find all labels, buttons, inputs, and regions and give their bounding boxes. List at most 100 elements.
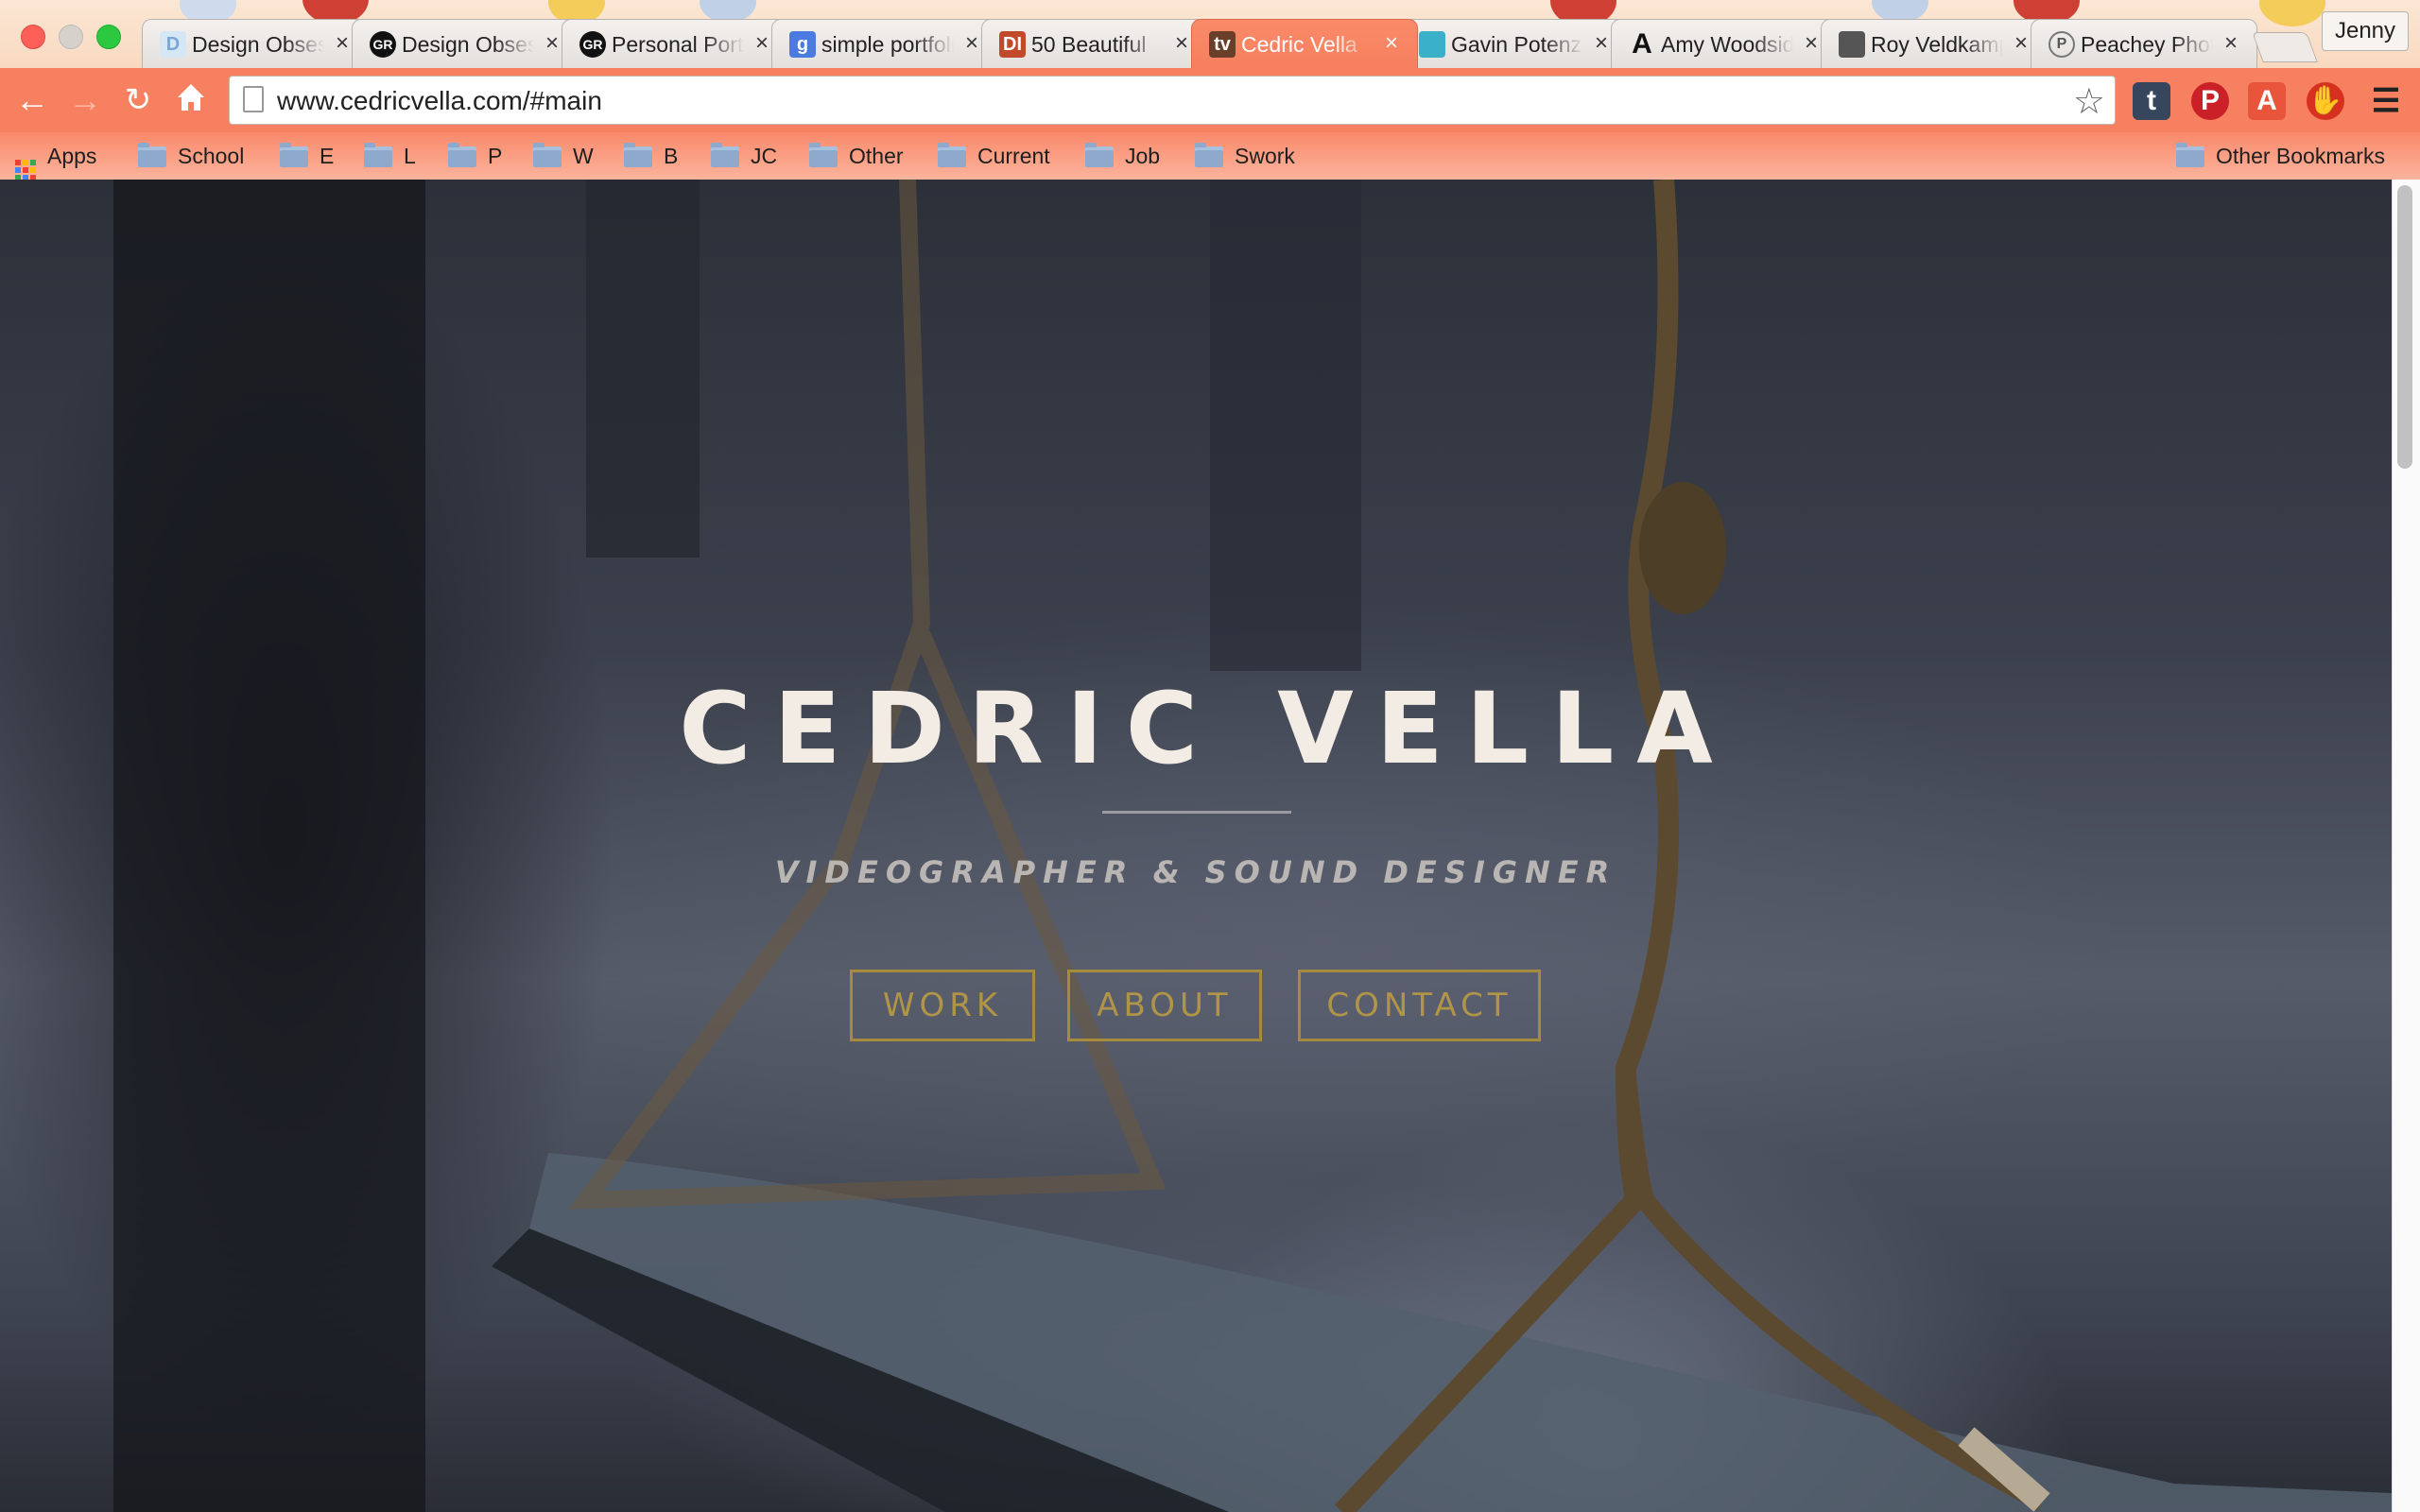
folder-icon (448, 143, 476, 167)
tab-title: Personal Portfolio (612, 32, 744, 57)
bookmark-label: L (404, 144, 416, 168)
page-viewport: CEDRIC VELLA VIDEOGRAPHER & SOUND DESIGN… (0, 180, 2392, 1512)
browser-tab[interactable]: Gavin Potenza × (1401, 19, 1628, 68)
bookmark-label: E (320, 144, 335, 168)
folder-icon (533, 143, 562, 167)
folder-icon (1195, 143, 1223, 167)
tab-close-icon[interactable]: × (1595, 30, 1608, 57)
bookmark-label: B (664, 144, 679, 168)
tab-title: Roy Veldkamp (1871, 32, 2003, 57)
favicon-icon: GR (370, 31, 396, 58)
bookmark-folder[interactable]: L (364, 140, 416, 172)
hero-section: CEDRIC VELLA VIDEOGRAPHER & SOUND DESIGN… (0, 180, 2392, 1512)
tab-close-icon[interactable]: × (1805, 30, 1818, 57)
tab-title: Amy Woodside (1661, 32, 1793, 57)
bookmark-label: Swork (1235, 144, 1295, 168)
folder-icon (809, 143, 838, 167)
browser-tab[interactable]: tv Cedric Vella × (1191, 19, 1418, 68)
tab-title: Gavin Potenza (1451, 32, 1583, 57)
tab-title: Cedric Vella (1241, 32, 1357, 57)
work-button[interactable]: WORK (850, 970, 1035, 1041)
contact-button[interactable]: CONTACT (1298, 970, 1541, 1041)
bookmark-folder[interactable]: Current (938, 140, 1050, 172)
tab-close-icon[interactable]: × (755, 30, 769, 57)
back-icon[interactable]: ← (13, 81, 51, 119)
tab-close-icon[interactable]: × (1175, 30, 1188, 57)
favicon-icon: tv (1209, 31, 1236, 58)
tab-title: Design Obsession (192, 32, 324, 57)
menu-icon[interactable]: ☰ (2367, 82, 2405, 120)
browser-tab[interactable]: DI 50 Beautiful × (981, 19, 1208, 68)
folder-icon (1085, 143, 1114, 167)
folder-icon (364, 143, 392, 167)
site-title: CEDRIC VELLA (679, 671, 1736, 786)
forward-icon[interactable]: → (66, 81, 104, 119)
bookmark-folder[interactable]: JC (711, 140, 777, 172)
favicon-icon (1839, 31, 1865, 58)
scrollbar-thumb[interactable] (2397, 185, 2412, 469)
close-window-button[interactable] (21, 25, 45, 49)
bookmark-label: School (178, 144, 245, 168)
folder-icon (624, 143, 652, 167)
browser-tab[interactable]: A Amy Woodside × (1611, 19, 1838, 68)
browser-tab[interactable]: GRDesign Obsession × (352, 19, 579, 68)
title-divider (1102, 811, 1291, 814)
favicon-icon: DI (999, 31, 1026, 58)
tab-close-icon[interactable]: × (336, 30, 349, 57)
profile-button[interactable]: Jenny (2322, 11, 2409, 51)
site-subtitle: VIDEOGRAPHER & SOUND DESIGNER (774, 854, 1617, 890)
browser-tab[interactable]: PPeachey Photography × (2031, 19, 2257, 68)
bookmark-label: JC (751, 144, 778, 168)
browser-tab[interactable]: g simple portfolio × (771, 19, 998, 68)
bookmark-folder[interactable]: Swork (1195, 140, 1295, 172)
bookmark-apps[interactable]: Apps (15, 140, 96, 180)
pinterest-icon[interactable]: P (2191, 82, 2229, 120)
home-icon[interactable] (172, 81, 210, 119)
browser-tab[interactable]: GRPersonal Portfolio × (562, 19, 788, 68)
favicon-icon: P (2048, 31, 2075, 58)
tab-list: DDesign Obsession×GRDesign Obsession×GRP… (142, 19, 2278, 68)
bookmark-label: Other (849, 144, 904, 168)
about-button[interactable]: ABOUT (1067, 970, 1262, 1041)
pdf-icon[interactable]: A (2248, 82, 2286, 120)
minimize-window-button[interactable] (59, 25, 83, 49)
favicon-icon (1419, 31, 1445, 58)
browser-tab[interactable]: Roy Veldkamp × (1821, 19, 2048, 68)
tab-strip: DDesign Obsession×GRDesign Obsession×GRP… (0, 0, 2420, 68)
star-icon[interactable]: ☆ (2073, 80, 2105, 123)
new-tab-button[interactable] (2252, 32, 2318, 62)
reload-icon[interactable]: ↻ (119, 81, 157, 119)
bookmarks-bar: Apps School E L P W B JC Other Current J… (0, 132, 2420, 180)
folder-icon (2176, 143, 2204, 167)
bookmark-folder[interactable]: Other (809, 140, 904, 172)
tab-title: simple portfolio (821, 32, 954, 57)
bookmark-folder[interactable]: Job (1085, 140, 1160, 172)
apps-icon (15, 160, 36, 180)
bookmark-folder[interactable]: B (624, 140, 678, 172)
favicon-icon: D (160, 31, 186, 58)
tab-close-icon[interactable]: × (2224, 30, 2238, 57)
tab-close-icon[interactable]: × (2014, 30, 2028, 57)
address-bar[interactable]: www.cedricvella.com/#main ☆ (229, 76, 2116, 125)
bookmark-label: P (488, 144, 503, 168)
browser-tab[interactable]: DDesign Obsession × (142, 19, 369, 68)
tab-close-icon[interactable]: × (965, 30, 978, 57)
other-bookmarks[interactable]: Other Bookmarks (2176, 140, 2385, 172)
favicon-icon: GR (579, 31, 606, 58)
maximize-window-button[interactable] (96, 25, 121, 49)
bookmark-folder[interactable]: School (138, 140, 244, 172)
other-bookmarks-label: Other Bookmarks (2216, 144, 2385, 168)
tab-title: Design Obsession (402, 32, 534, 57)
bookmark-label: Job (1125, 144, 1161, 168)
tab-close-icon[interactable]: × (1385, 30, 1398, 57)
favicon-icon: A (1632, 28, 1652, 60)
bookmark-folder[interactable]: E (280, 140, 334, 172)
bookmark-folder[interactable]: P (448, 140, 502, 172)
adblock-icon[interactable]: ✋ (2307, 82, 2344, 120)
bookmark-folder[interactable]: W (533, 140, 594, 172)
folder-icon (938, 143, 966, 167)
tab-close-icon[interactable]: × (545, 30, 559, 57)
folder-icon (138, 143, 166, 167)
url-text: www.cedricvella.com/#main (277, 86, 602, 115)
tumblr-icon[interactable]: t (2133, 82, 2170, 120)
